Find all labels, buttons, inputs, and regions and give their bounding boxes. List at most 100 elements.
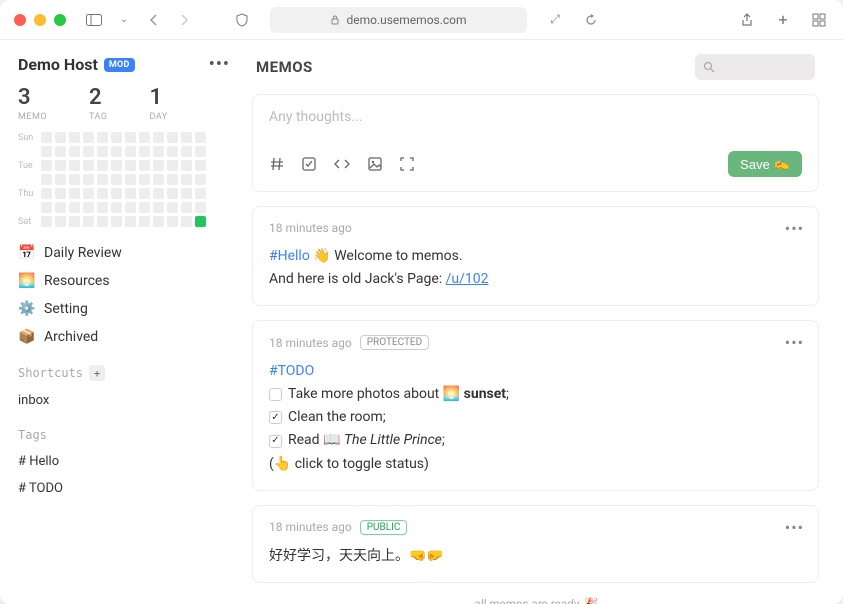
heatmap-cell[interactable] xyxy=(153,132,164,143)
heatmap-cell[interactable] xyxy=(181,160,192,171)
close-window-button[interactable] xyxy=(14,14,26,26)
heatmap-cell[interactable] xyxy=(125,132,136,143)
heatmap-cell[interactable] xyxy=(41,146,52,157)
heatmap-cell[interactable] xyxy=(69,216,80,227)
heatmap-cell[interactable] xyxy=(139,160,150,171)
heatmap-cell[interactable] xyxy=(111,202,122,213)
hashtag-link[interactable]: #TODO xyxy=(269,363,314,379)
nav-item-setting[interactable]: ⚙️Setting xyxy=(18,301,230,317)
heatmap-cell[interactable] xyxy=(139,216,150,227)
heatmap-cell[interactable] xyxy=(153,202,164,213)
heatmap-cell[interactable] xyxy=(153,188,164,199)
nav-item-archived[interactable]: 📦Archived xyxy=(18,329,230,345)
heatmap-cell[interactable] xyxy=(97,188,108,199)
heatmap-cell[interactable] xyxy=(195,216,206,227)
heatmap-cell[interactable] xyxy=(111,216,122,227)
heatmap-cell[interactable] xyxy=(55,188,66,199)
search-input[interactable] xyxy=(695,54,815,80)
heatmap-cell[interactable] xyxy=(195,174,206,185)
back-button[interactable] xyxy=(144,10,164,30)
heatmap-cell[interactable] xyxy=(125,174,136,185)
todo-item[interactable]: Read 📖 The Little Prince; xyxy=(269,429,802,452)
heatmap-cell[interactable] xyxy=(55,160,66,171)
heatmap-cell[interactable] xyxy=(83,132,94,143)
add-shortcut-button[interactable]: + xyxy=(89,365,105,381)
user-link[interactable]: /u/102 xyxy=(446,271,489,287)
chevron-down-icon[interactable]: ⌄ xyxy=(114,10,134,30)
heatmap-cell[interactable] xyxy=(125,188,136,199)
heatmap-cell[interactable] xyxy=(69,160,80,171)
heatmap-cell[interactable] xyxy=(181,202,192,213)
checkbox-icon[interactable] xyxy=(269,411,282,424)
reader-icon[interactable]: ⤢ xyxy=(545,10,565,30)
heatmap-cell[interactable] xyxy=(195,188,206,199)
heatmap-cell[interactable] xyxy=(111,146,122,157)
heatmap-cell[interactable] xyxy=(139,174,150,185)
fullscreen-icon[interactable] xyxy=(399,156,415,172)
heatmap-cell[interactable] xyxy=(41,160,52,171)
heatmap-cell[interactable] xyxy=(139,132,150,143)
nav-item-resources[interactable]: 🌅Resources xyxy=(18,273,230,289)
heatmap-cell[interactable] xyxy=(125,146,136,157)
heatmap-cell[interactable] xyxy=(111,160,122,171)
heatmap-cell[interactable] xyxy=(153,216,164,227)
save-button[interactable]: Save ✍️ xyxy=(728,151,802,177)
heatmap-cell[interactable] xyxy=(139,146,150,157)
heatmap-cell[interactable] xyxy=(41,188,52,199)
heatmap-cell[interactable] xyxy=(41,202,52,213)
sidebar-toggle-icon[interactable] xyxy=(84,10,104,30)
todo-item[interactable]: Clean the room; xyxy=(269,406,802,429)
forward-button[interactable] xyxy=(174,10,194,30)
heatmap-cell[interactable] xyxy=(97,174,108,185)
heatmap-cell[interactable] xyxy=(181,174,192,185)
heatmap-cell[interactable] xyxy=(83,146,94,157)
heatmap-cell[interactable] xyxy=(125,216,136,227)
heatmap-cell[interactable] xyxy=(195,132,206,143)
heatmap-cell[interactable] xyxy=(111,174,122,185)
memo-textarea[interactable] xyxy=(269,109,802,133)
heatmap-cell[interactable] xyxy=(97,160,108,171)
heatmap-cell[interactable] xyxy=(181,188,192,199)
heatmap-cell[interactable] xyxy=(83,160,94,171)
heatmap-cell[interactable] xyxy=(111,188,122,199)
heatmap-cell[interactable] xyxy=(181,132,192,143)
checkbox-icon[interactable] xyxy=(269,388,282,401)
shortcut-item[interactable]: inbox xyxy=(18,393,230,408)
heatmap-cell[interactable] xyxy=(55,132,66,143)
shield-icon[interactable] xyxy=(232,10,252,30)
heatmap-cell[interactable] xyxy=(41,174,52,185)
tag-item[interactable]: # TODO xyxy=(18,481,230,496)
heatmap-cell[interactable] xyxy=(41,132,52,143)
heatmap-cell[interactable] xyxy=(69,146,80,157)
heatmap-cell[interactable] xyxy=(69,132,80,143)
hashtag-link[interactable]: #Hello xyxy=(269,248,310,264)
hash-icon[interactable] xyxy=(269,156,285,172)
heatmap-cell[interactable] xyxy=(167,160,178,171)
heatmap-cell[interactable] xyxy=(97,202,108,213)
memo-more-icon[interactable]: ••• xyxy=(785,518,804,537)
tabs-overview-icon[interactable] xyxy=(809,10,829,30)
heatmap-cell[interactable] xyxy=(125,160,136,171)
heatmap-cell[interactable] xyxy=(83,202,94,213)
heatmap-cell[interactable] xyxy=(195,146,206,157)
host-name[interactable]: Demo Host xyxy=(18,55,98,74)
heatmap-cell[interactable] xyxy=(69,188,80,199)
heatmap-cell[interactable] xyxy=(69,202,80,213)
memo-more-icon[interactable]: ••• xyxy=(785,333,804,352)
heatmap-cell[interactable] xyxy=(55,174,66,185)
heatmap-cell[interactable] xyxy=(181,146,192,157)
code-icon[interactable] xyxy=(333,156,351,172)
heatmap-cell[interactable] xyxy=(195,160,206,171)
checkbox-icon[interactable] xyxy=(301,156,317,172)
heatmap-cell[interactable] xyxy=(83,188,94,199)
fullscreen-window-button[interactable] xyxy=(54,14,66,26)
heatmap-cell[interactable] xyxy=(69,174,80,185)
heatmap-cell[interactable] xyxy=(139,188,150,199)
checkbox-icon[interactable] xyxy=(269,435,282,448)
heatmap-cell[interactable] xyxy=(167,202,178,213)
heatmap-cell[interactable] xyxy=(83,216,94,227)
heatmap-cell[interactable] xyxy=(83,174,94,185)
sidebar-more-icon[interactable]: ••• xyxy=(209,54,230,75)
heatmap-cell[interactable] xyxy=(153,174,164,185)
heatmap-cell[interactable] xyxy=(97,146,108,157)
